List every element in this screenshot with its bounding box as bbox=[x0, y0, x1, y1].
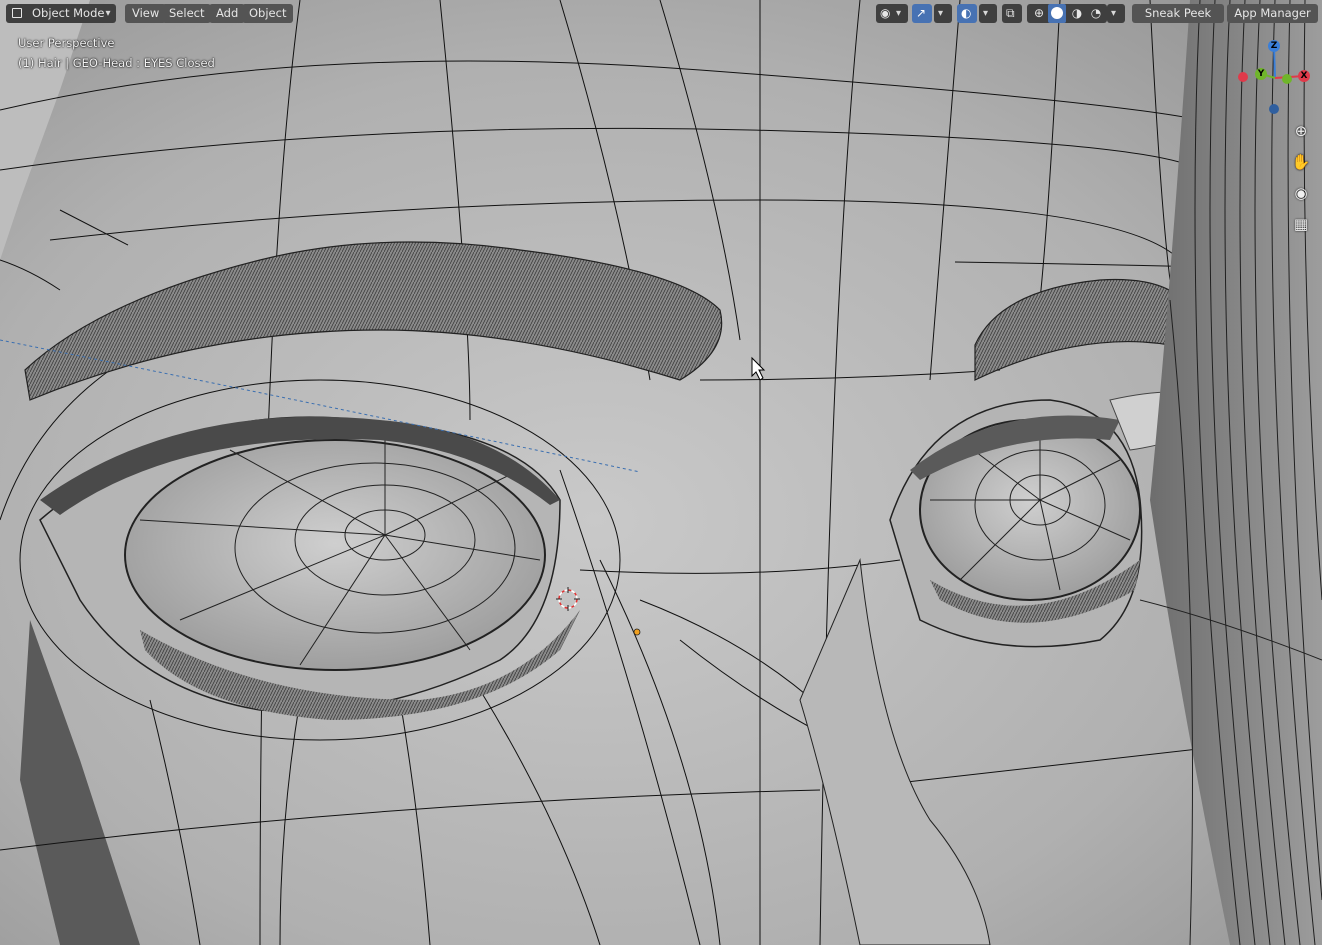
material-shading-icon[interactable]: ◑ bbox=[1068, 4, 1086, 23]
left-eyeball bbox=[124, 439, 546, 671]
chevron-down-icon: ▾ bbox=[105, 8, 111, 19]
xray-toggle-button[interactable]: ⧉ bbox=[1002, 4, 1022, 23]
mode-dropdown-label: Object Mode bbox=[32, 6, 105, 20]
pan-icon[interactable]: ✋ bbox=[1289, 150, 1313, 174]
object-mode-icon bbox=[12, 8, 22, 18]
gizmo-neg-x-axis[interactable] bbox=[1238, 72, 1248, 82]
object-info-text: (1) Hair | GEO-Head : EYES Closed bbox=[18, 56, 215, 70]
chevron-down-icon: ▾ bbox=[983, 8, 989, 19]
camera-icon[interactable]: ◉ bbox=[1289, 181, 1313, 205]
chevron-down-icon: ▾ bbox=[1111, 8, 1117, 19]
xray-icon: ⧉ bbox=[1006, 6, 1015, 20]
solid-shading-icon bbox=[1051, 7, 1063, 19]
shading-dropdown[interactable]: ▾ bbox=[1107, 4, 1125, 23]
rendered-shading-icon[interactable]: ◔ bbox=[1087, 4, 1105, 23]
view-menu[interactable]: View bbox=[125, 4, 167, 23]
chevron-down-icon: ▾ bbox=[896, 8, 902, 19]
grid-icon[interactable]: ▦ bbox=[1289, 212, 1313, 236]
solid-shading-button[interactable] bbox=[1048, 4, 1066, 23]
gizmo-x-axis[interactable]: X bbox=[1298, 70, 1310, 82]
overlay-toggle-button[interactable]: ◐ bbox=[957, 4, 977, 23]
select-menu[interactable]: Select bbox=[162, 4, 212, 23]
zoom-icon[interactable]: ⊕ bbox=[1289, 119, 1313, 143]
app-manager-button[interactable]: App Manager bbox=[1227, 4, 1318, 23]
gizmo-neg-y-axis[interactable] bbox=[1282, 74, 1292, 84]
chevron-down-icon: ▾ bbox=[938, 8, 944, 19]
shading-mode-group: ⊕ ◑ ◔ bbox=[1027, 4, 1107, 23]
add-menu[interactable]: Add bbox=[209, 4, 246, 23]
navigation-gizmo[interactable]: Z Y X bbox=[1230, 34, 1318, 122]
gizmo-dropdown[interactable]: ▾ bbox=[934, 4, 952, 23]
visibility-icon: ◉ bbox=[880, 6, 891, 20]
gizmo-toggle-button[interactable]: ↗ bbox=[912, 4, 932, 23]
sneak-peek-button[interactable]: Sneak Peek bbox=[1132, 4, 1224, 23]
gizmo-z-axis[interactable]: Z bbox=[1268, 40, 1280, 52]
wireframe-shading-icon[interactable]: ⊕ bbox=[1030, 4, 1048, 23]
visibility-dropdown[interactable]: ◉ ▾ bbox=[876, 4, 908, 23]
overlay-toggle-icon: ◐ bbox=[961, 6, 972, 20]
gizmo-y-axis[interactable]: Y bbox=[1255, 68, 1267, 80]
view-name-text: User Perspective bbox=[18, 36, 115, 50]
object-menu[interactable]: Object bbox=[242, 4, 294, 23]
gizmo-neg-z-axis[interactable] bbox=[1269, 104, 1279, 114]
3d-viewport[interactable]: Object Mode ▾ View Select Add Object ◉ ▾… bbox=[0, 0, 1322, 945]
viewport-scene bbox=[0, 0, 1322, 945]
mode-dropdown[interactable]: Object Mode bbox=[6, 4, 116, 23]
overlay-dropdown[interactable]: ▾ bbox=[979, 4, 997, 23]
gizmo-toggle-icon: ↗ bbox=[916, 6, 927, 20]
object-origin bbox=[633, 628, 641, 636]
